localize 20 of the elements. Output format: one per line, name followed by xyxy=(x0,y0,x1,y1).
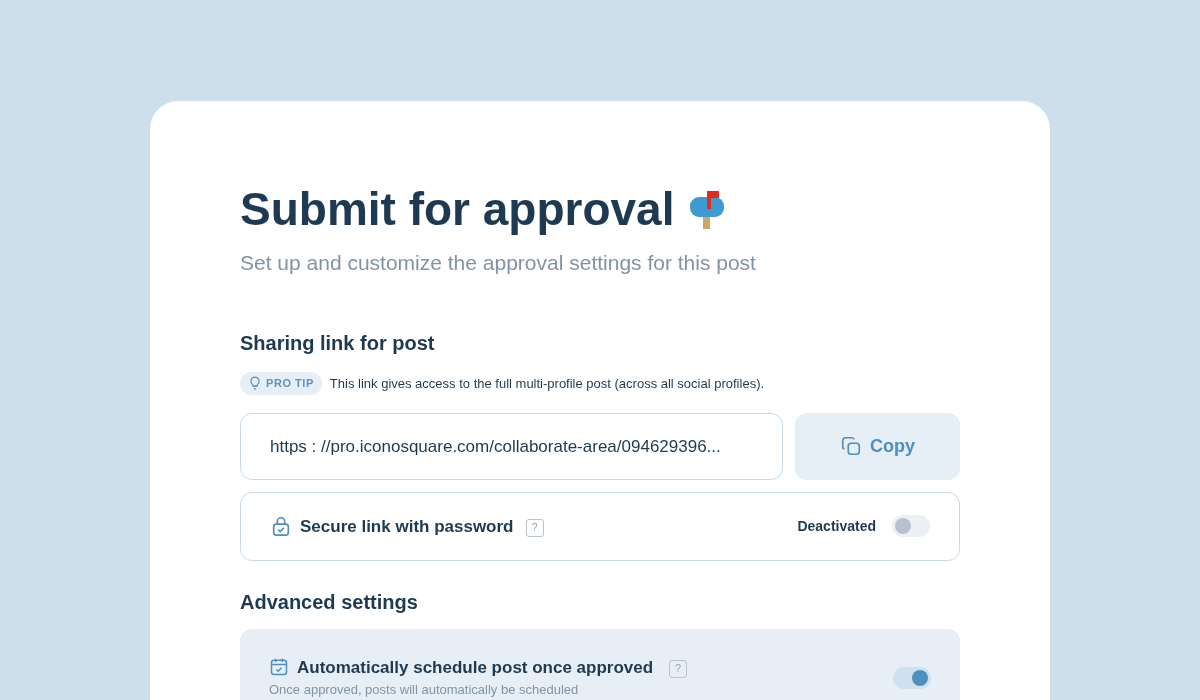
link-field[interactable]: https : //pro.iconosquare.com/collaborate-area/094629396... xyxy=(240,412,783,481)
help-icon[interactable]: ? xyxy=(669,659,688,678)
pro-tip-badge: PRO TIP xyxy=(240,372,322,395)
help-icon[interactable]: ? xyxy=(525,518,544,537)
section-heading: Sharing link for post xyxy=(240,331,436,356)
setting-label: Automatically schedule post once approved xyxy=(297,656,654,679)
copy-icon xyxy=(840,435,862,458)
toggle-switch[interactable] xyxy=(893,666,931,689)
toggle-switch[interactable] xyxy=(892,515,930,538)
tip-text: This link gives access to the full multi-profile post (across all social profiles). xyxy=(329,374,765,393)
status-text: Deactivated xyxy=(797,516,876,536)
lightbulb-icon xyxy=(248,376,262,391)
copy-button[interactable]: Copy xyxy=(795,412,960,481)
lock-icon xyxy=(270,515,292,538)
setting-description: Once approved, posts will automatically be scheduled xyxy=(269,682,580,698)
page-subtitle: Set up and customize the approval settings for this post xyxy=(240,249,757,276)
section-heading: Advanced settings xyxy=(240,589,419,615)
page-title: Submit for approval xyxy=(240,182,675,237)
password-label: Secure link with password xyxy=(300,515,514,538)
calendar-icon xyxy=(269,657,289,678)
